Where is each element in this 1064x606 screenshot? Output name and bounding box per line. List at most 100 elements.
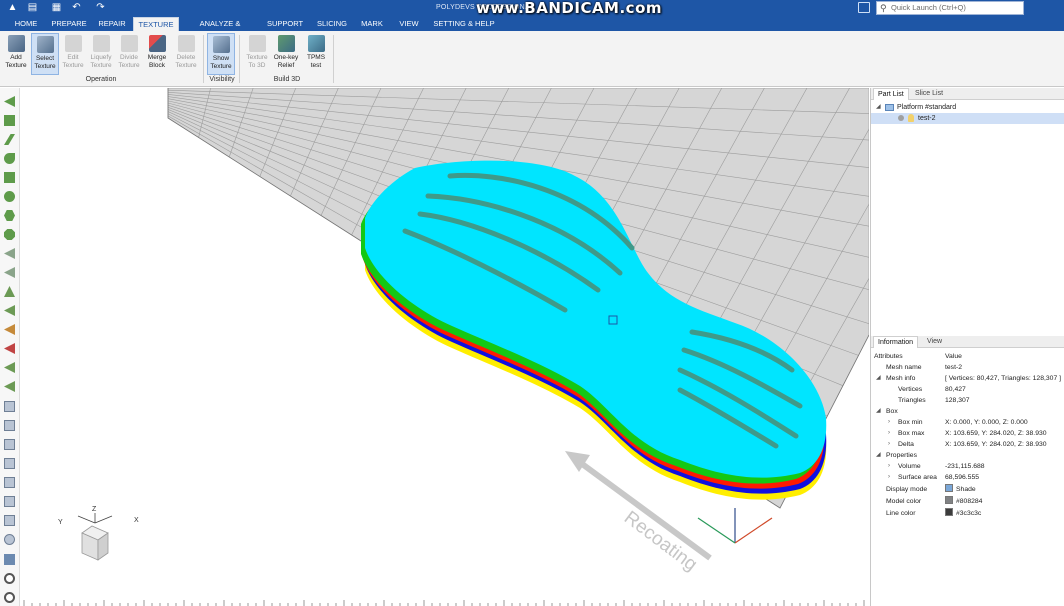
delete-texture-button[interactable]: Delete Texture xyxy=(172,33,200,75)
visibility-dot-icon[interactable] xyxy=(898,115,904,121)
tab-information[interactable]: Information xyxy=(873,336,919,348)
tab-slice-list[interactable]: Slice List xyxy=(911,88,947,100)
tab-view[interactable]: VIEW xyxy=(396,17,422,31)
box-tool-icon[interactable] xyxy=(4,172,15,183)
info-header: Attributes Value xyxy=(871,351,1064,362)
tab-texture[interactable]: TEXTURE xyxy=(133,17,179,31)
shrink-select-icon[interactable] xyxy=(4,381,15,392)
tree-platform[interactable]: ◢ Platform #standard xyxy=(871,102,1064,113)
square-tool-icon[interactable] xyxy=(4,115,15,126)
zoom-in-icon[interactable] xyxy=(4,573,15,584)
octagon-tool-icon[interactable] xyxy=(4,229,15,240)
tab-mark[interactable]: MARK xyxy=(358,17,386,31)
chevron-right-icon: › xyxy=(888,430,890,436)
texture-to-3d-button[interactable]: Texture To 3D xyxy=(243,33,271,75)
tab-analyze-report[interactable]: ANALYZE & REPORT xyxy=(184,17,256,42)
info-row-model-color[interactable]: Model color #808284 xyxy=(871,496,1064,507)
triangle-tool-icon[interactable] xyxy=(4,96,15,107)
tab-slicing[interactable]: SLICING xyxy=(314,17,350,31)
expand-caret-icon: ◢ xyxy=(876,408,881,414)
zoom-window-icon[interactable] xyxy=(4,554,15,565)
show-texture-label-2: Texture xyxy=(210,62,232,70)
info-row-line-color[interactable]: Line color #3c3c3c xyxy=(871,508,1064,519)
info-row-box-max[interactable]: › Box max X: 103.659, Y: 284.020, Z: 38.… xyxy=(871,428,1064,439)
merge-block-button[interactable]: Merge Block xyxy=(143,33,171,75)
show-texture-label-1: Show xyxy=(212,55,230,62)
divide-texture-button[interactable]: Divide Texture xyxy=(115,33,143,75)
info-row-mesh-info[interactable]: ◢ Mesh info [ Vertices: 80,427, Triangle… xyxy=(871,373,1064,384)
info-row-box[interactable]: ◢ Box xyxy=(871,406,1064,417)
view-front-icon[interactable] xyxy=(4,420,15,431)
lightbulb-icon[interactable] xyxy=(908,114,914,122)
info-row-properties[interactable]: ◢ Properties xyxy=(871,450,1064,461)
sphere-tool-icon[interactable] xyxy=(4,191,15,202)
part-list-tabs: Part List Slice List xyxy=(871,88,1064,100)
model-color-swatch[interactable] xyxy=(945,496,953,504)
zoom-out-icon[interactable] xyxy=(4,592,15,603)
chevron-right-icon: › xyxy=(888,474,890,480)
one-key-relief-button[interactable]: One-key Relief xyxy=(272,33,300,75)
tab-part-list[interactable]: Part List xyxy=(873,88,909,100)
hexagon-tool-icon[interactable] xyxy=(4,210,15,221)
line-color-swatch[interactable] xyxy=(945,508,953,516)
zoom-fit-icon[interactable] xyxy=(4,534,15,545)
select-edge-icon[interactable] xyxy=(4,267,15,278)
tab-home[interactable]: HOME xyxy=(8,17,44,31)
texture-to-3d-icon xyxy=(248,35,266,52)
tpms-test-button[interactable]: TPMS test xyxy=(302,33,330,75)
tab-setting-help[interactable]: SETTING & HELP xyxy=(432,17,496,31)
view-top-icon[interactable] xyxy=(4,496,15,507)
view-cube[interactable]: Z Y X xyxy=(58,506,139,561)
liquefy-texture-button[interactable]: Liquefy Texture xyxy=(87,33,115,75)
3d-viewport[interactable]: Recoating Z Y X xyxy=(20,88,869,606)
select-shell-icon[interactable] xyxy=(4,286,15,297)
tab-view-panel[interactable]: View xyxy=(923,336,946,348)
info-row-mesh-name: Mesh name test-2 xyxy=(886,364,962,371)
view-iso-icon[interactable] xyxy=(4,401,15,412)
view-back-icon[interactable] xyxy=(4,439,15,450)
chevron-right-icon: › xyxy=(888,419,890,425)
info-row-box-min[interactable]: › Box min X: 0.000, Y: 0.000, Z: 0.000 xyxy=(871,417,1064,428)
tab-support[interactable]: SUPPORT xyxy=(266,17,304,31)
cube-axis-z: Z xyxy=(92,506,97,513)
view-right-icon[interactable] xyxy=(4,477,15,488)
add-texture-button[interactable]: Add Texture xyxy=(2,33,30,75)
view-left-icon[interactable] xyxy=(4,458,15,469)
plane-tool-icon[interactable] xyxy=(4,134,15,145)
edit-texture-button[interactable]: Edit Texture xyxy=(59,33,87,75)
texture-to-3d-label-1: Texture xyxy=(246,54,268,61)
info-row-triangles: Triangles 128,307 xyxy=(898,397,970,404)
select-texture-button[interactable]: Select Texture xyxy=(31,33,59,75)
lasso-select-icon[interactable] xyxy=(4,343,15,354)
view-bottom-icon[interactable] xyxy=(4,515,15,526)
scene-canvas[interactable]: Recoating Z Y X xyxy=(20,88,869,606)
redo-icon[interactable]: ↷ xyxy=(94,2,107,14)
select-surface-icon[interactable] xyxy=(4,305,15,316)
chevron-right-icon: › xyxy=(888,441,890,447)
info-row-volume[interactable]: › Volume -231,115.688 xyxy=(871,461,1064,472)
grow-select-icon[interactable] xyxy=(4,362,15,373)
info-row-delta[interactable]: › Delta X: 103.659, Y: 284.020, Z: 38.93… xyxy=(871,439,1064,450)
tree-part-test-2[interactable]: test-2 xyxy=(871,113,1064,124)
brush-select-icon[interactable] xyxy=(4,324,15,335)
save-icon[interactable]: ▦ xyxy=(50,2,63,14)
feedback-icon[interactable] xyxy=(858,2,870,13)
quick-launch-input[interactable]: ⚲ Quick Launch (Ctrl+Q) xyxy=(876,1,1024,15)
show-texture-button[interactable]: Show Texture xyxy=(207,33,235,75)
tab-repair[interactable]: REPAIR xyxy=(95,17,129,31)
info-row-vertices: Vertices 80,427 xyxy=(898,386,966,393)
quick-launch-placeholder: Quick Launch (Ctrl+Q) xyxy=(891,3,966,12)
one-key-relief-icon xyxy=(277,35,295,52)
select-triangle-icon[interactable] xyxy=(4,248,15,259)
curve-tool-icon[interactable] xyxy=(4,153,15,164)
build-3d-group-label: Build 3D xyxy=(273,76,301,83)
info-row-display-mode[interactable]: Display mode Shade xyxy=(871,484,1064,495)
menu-icon[interactable]: ▤ xyxy=(26,2,39,14)
select-texture-label-2: Texture xyxy=(34,62,56,70)
one-key-relief-label-1: One-key xyxy=(273,54,299,61)
info-row-surface-area[interactable]: › Surface area 68,596.555 xyxy=(871,472,1064,483)
undo-icon[interactable]: ↶ xyxy=(70,2,83,14)
tab-prepare[interactable]: PREPARE xyxy=(50,17,88,31)
part-name: test-2 xyxy=(918,115,936,122)
collapse-caret-icon[interactable]: ◢ xyxy=(876,102,881,113)
